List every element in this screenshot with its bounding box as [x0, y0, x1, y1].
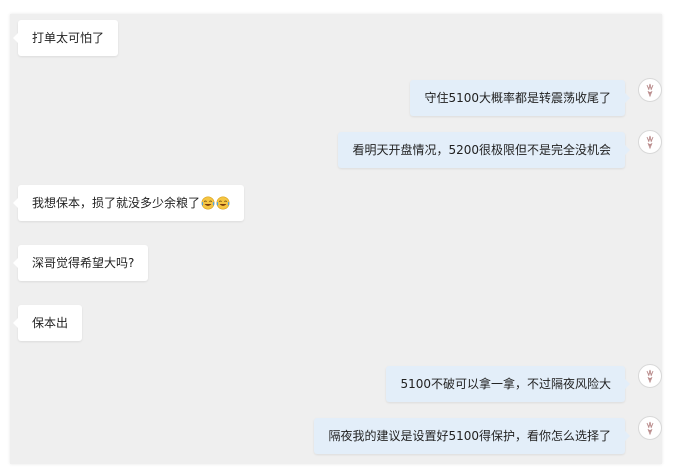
message-row-outgoing: 隔夜我的建议是设置好5100得保护，看你怎么选择了 — [10, 416, 662, 458]
message-bubble[interactable]: 隔夜我的建议是设置好5100得保护，看你怎么选择了 — [314, 418, 630, 454]
avatar-figure-icon — [646, 135, 654, 150]
message-bubble[interactable]: 保本出 — [12, 305, 83, 341]
message-bubble[interactable]: 我想保本，损了就没多少余粮了 — [12, 185, 245, 221]
message-text: 看明天开盘情况，5200很极限但不是完全没机会 — [352, 143, 611, 157]
message-bubble[interactable]: 看明天开盘情况，5200很极限但不是完全没机会 — [338, 132, 630, 168]
message-text: 保本出 — [32, 316, 69, 330]
message-text: 打单太可怕了 — [32, 31, 105, 45]
message-row-incoming: 我想保本，损了就没多少余粮了 — [10, 185, 662, 225]
user-avatar[interactable] — [638, 364, 662, 388]
message-bubble[interactable]: 5100不破可以拿一拿，不过隔夜风险大 — [386, 366, 630, 402]
user-avatar[interactable] — [638, 416, 662, 440]
laughing-crying-emoji-icon — [201, 196, 215, 210]
user-avatar[interactable] — [638, 78, 662, 102]
message-row-incoming: 保本出 — [10, 305, 662, 345]
chat-conversation: 打单太可怕了 守住5100大概率都是转震荡收尾了 看明天开盘情况，5200很极限… — [10, 14, 662, 464]
message-text: 5100不破可以拿一拿，不过隔夜风险大 — [400, 377, 611, 391]
laughing-crying-emoji-icon — [216, 196, 230, 210]
message-bubble[interactable]: 守住5100大概率都是转震荡收尾了 — [410, 80, 630, 116]
message-row-incoming: 打单太可怕了 — [10, 20, 662, 60]
message-bubble[interactable]: 打单太可怕了 — [12, 20, 119, 56]
message-row-outgoing: 守住5100大概率都是转震荡收尾了 — [10, 78, 662, 120]
avatar-figure-icon — [646, 83, 654, 98]
message-text: 守住5100大概率都是转震荡收尾了 — [424, 91, 611, 105]
message-text: 隔夜我的建议是设置好5100得保护，看你怎么选择了 — [328, 429, 611, 443]
message-row-outgoing: 5100不破可以拿一拿，不过隔夜风险大 — [10, 364, 662, 406]
avatar-figure-icon — [646, 421, 654, 436]
message-row-incoming: 深哥觉得希望大吗? — [10, 245, 662, 285]
avatar-figure-icon — [646, 369, 654, 384]
user-avatar[interactable] — [638, 130, 662, 154]
message-text: 深哥觉得希望大吗? — [32, 256, 135, 270]
message-text: 我想保本，损了就没多少余粮了 — [32, 196, 201, 210]
message-bubble[interactable]: 深哥觉得希望大吗? — [12, 245, 149, 281]
message-row-outgoing: 看明天开盘情况，5200很极限但不是完全没机会 — [10, 130, 662, 172]
